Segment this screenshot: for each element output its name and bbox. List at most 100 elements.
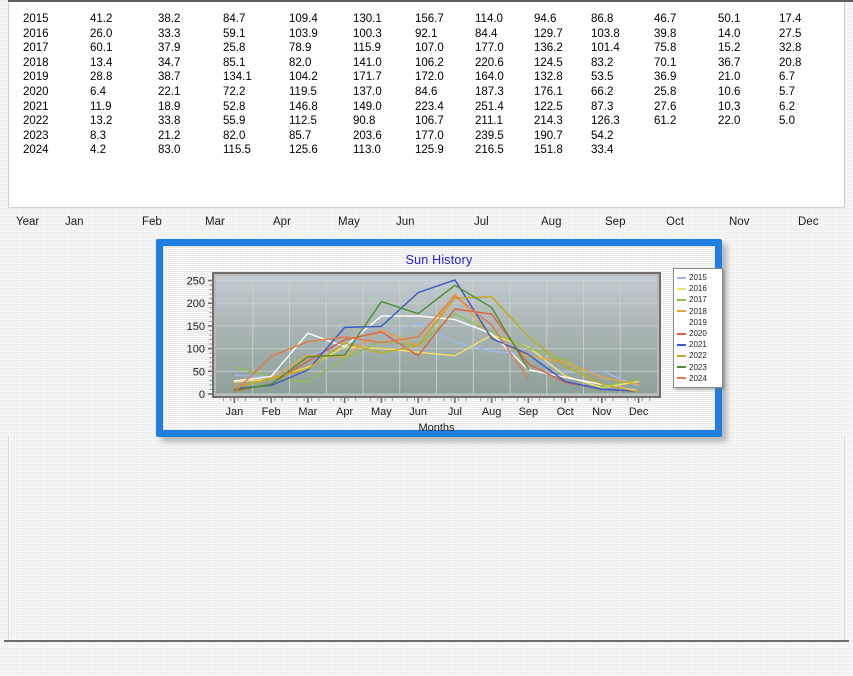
column-header-feb[interactable]: Feb <box>142 216 162 228</box>
table-cell-value: 94.6 <box>534 13 557 25</box>
column-header-apr[interactable]: Apr <box>273 216 291 228</box>
legend-item-2017[interactable]: 2017 <box>677 294 720 305</box>
table-cell-value: 103.9 <box>289 27 318 40</box>
table-cell-value: 34.7 <box>158 56 181 69</box>
legend-item-label: 2024 <box>689 373 707 383</box>
table-row[interactable]: 2017 60.1 37.9 25.8 78.9 115.9 107.0 177.0 136.2… <box>23 41 819 56</box>
column-header-jul[interactable]: Jul <box>474 216 489 228</box>
table-cell-value: 21.2 <box>158 129 181 142</box>
legend-item-2015[interactable]: 2015 <box>677 272 720 283</box>
x-axis-tick-label: Oct <box>557 406 574 418</box>
table-row[interactable]: 2020 6.4 22.1 72.2 119.5 137.0 84.6 187.3 176.1 6… <box>23 85 819 100</box>
table-cell-value: 28.8 <box>90 71 113 84</box>
table-cell-value: 156.7 <box>415 13 444 25</box>
column-header-jan[interactable]: Jan <box>65 216 84 228</box>
legend-item-2023[interactable]: 2023 <box>677 362 720 373</box>
chart-surface[interactable]: Sun History 0 50 100 150 200 250 Jan Feb Mar Apr M… <box>163 246 723 431</box>
table-cell-value: 115.5 <box>223 144 251 157</box>
table-cell-value: 13.4 <box>90 56 113 69</box>
column-header-oct[interactable]: Oct <box>666 216 684 228</box>
legend-item-2016[interactable]: 2016 <box>677 283 720 294</box>
table-cell-value: 39.8 <box>654 27 677 40</box>
sun-history-line-chart[interactable]: 0 50 100 150 200 250 Jan Feb Mar Apr May Jun Jul Aug S… <box>164 247 716 431</box>
y-axis-tick-label: 0 <box>199 389 205 401</box>
table-cell-value: 90.8 <box>353 115 376 128</box>
legend-item-2024[interactable]: 2024 <box>677 373 720 384</box>
legend-item-2020[interactable]: 2020 <box>677 328 720 339</box>
table-cell-value: 239.5 <box>475 129 504 142</box>
table-cell-value: 115.9 <box>353 42 381 55</box>
y-axis-tick-label: 200 <box>187 298 205 310</box>
data-table-panel[interactable]: 2015 41.2 38.2 84.7 109.4 130.1 156.7 114.0 94.6… <box>8 2 845 207</box>
header-top-divider <box>8 207 845 208</box>
x-axis-tick-label: Jun <box>409 406 427 418</box>
chart-legend[interactable]: 2015 2016 2017 2018 2019 2020 2021 2022 2023 2024 <box>673 268 723 388</box>
table-cell-year: 2023 <box>23 129 49 142</box>
table-cell-value: 66.2 <box>591 85 614 98</box>
column-header-nov[interactable]: Nov <box>729 216 749 228</box>
table-cell-value: 101.4 <box>591 42 620 55</box>
table-cell-value: 106.2 <box>415 56 444 69</box>
x-axis-tick-label: May <box>371 406 392 418</box>
table-row[interactable]: 2022 13.2 33.8 55.9 112.5 90.8 106.7 211.1 214.3… <box>23 114 819 129</box>
table-cell-value: 172.0 <box>415 71 444 84</box>
table-cell-value: 146.8 <box>289 100 318 113</box>
table-cell-value <box>654 143 718 158</box>
column-header-sep[interactable]: Sep <box>605 216 625 228</box>
table-cell-value: 38.2 <box>158 13 181 25</box>
column-header-aug[interactable]: Aug <box>541 216 561 228</box>
table-cell-value: 177.0 <box>475 42 504 55</box>
table-cell-year: 2015 <box>23 13 49 25</box>
table-cell-value: 85.7 <box>289 129 312 142</box>
table-row[interactable]: 2024 4.2 83.0 115.5 125.6 113.0 125.9 216.5 151.… <box>23 143 819 158</box>
table-cell-year: 2017 <box>23 42 49 55</box>
table-cell-value: 187.3 <box>475 85 504 98</box>
table-cell-value: 11.9 <box>90 100 112 113</box>
table-cell-value: 36.7 <box>718 56 741 69</box>
table-cell-value: 126.3 <box>591 115 620 128</box>
legend-item-2019[interactable]: 2019 <box>677 317 720 328</box>
table-cell-year: 2020 <box>23 85 49 98</box>
table-row[interactable]: 2019 28.8 38.7 134.1 104.2 171.7 172.0 164.0 132… <box>23 70 819 85</box>
legend-item-label: 2017 <box>689 295 707 305</box>
table-cell-value: 33.8 <box>158 115 181 128</box>
table-cell-value: 82.0 <box>223 129 246 142</box>
table-cell-value: 6.2 <box>779 100 795 113</box>
table-row[interactable]: 2018 13.4 34.7 85.1 82.0 141.0 106.2 220.6 124.5… <box>23 56 819 71</box>
column-header-may[interactable]: May <box>338 216 360 228</box>
table-row[interactable]: 2016 26.0 33.3 59.1 103.9 100.3 92.1 84.4 129.7 1… <box>23 27 819 42</box>
table-body: 2015 41.2 38.2 84.7 109.4 130.1 156.7 114.0 94.6… <box>23 12 819 158</box>
x-axis-tick-label: Nov <box>592 406 612 418</box>
table-cell-year: 2016 <box>23 27 49 40</box>
column-header-strip[interactable]: Year Jan Feb Mar Apr May Jun Jul Aug Sep Oct Nov Dec <box>8 207 845 234</box>
column-header-dec[interactable]: Dec <box>798 216 818 228</box>
table-row[interactable]: 2015 41.2 38.2 84.7 109.4 130.1 156.7 114.0 94.6… <box>23 12 819 27</box>
table-cell-value: 53.5 <box>591 71 614 84</box>
table-row[interactable]: 2023 8.3 21.2 82.0 85.7 203.6 177.0 239.5 190.7 5… <box>23 129 819 144</box>
legend-item-2021[interactable]: 2021 <box>677 339 720 350</box>
column-header-year[interactable]: Year <box>16 216 39 228</box>
legend-item-label: 2021 <box>689 340 707 350</box>
table-cell-value: 5.7 <box>779 85 795 98</box>
legend-item-label: 2022 <box>689 351 707 361</box>
column-header-jun[interactable]: Jun <box>396 216 415 228</box>
table-cell-value: 26.0 <box>90 27 113 40</box>
legend-item-2022[interactable]: 2022 <box>677 350 720 361</box>
table-cell-value: 106.7 <box>415 115 444 128</box>
table-cell-value: 32.8 <box>779 42 802 55</box>
chart-selection-frame[interactable]: Sun History 0 50 100 150 200 250 Jan Feb Mar Apr M… <box>156 239 723 437</box>
x-axis-tick-label: Apr <box>336 406 353 418</box>
table-cell-value: 46.7 <box>654 13 677 25</box>
table-cell-value: 190.7 <box>534 129 563 142</box>
legend-color-swatch <box>677 343 686 346</box>
legend-item-2018[interactable]: 2018 <box>677 306 720 317</box>
column-header-mar[interactable]: Mar <box>205 216 225 228</box>
table-row[interactable]: 2021 11.9 18.9 52.8 146.8 149.0 223.4 251.4 122.… <box>23 100 819 115</box>
legend-color-swatch <box>677 377 686 380</box>
legend-color-swatch <box>677 366 686 369</box>
table-cell-value: 84.4 <box>475 27 498 40</box>
x-axis-title: Months <box>418 422 455 431</box>
table-cell-value: 100.3 <box>353 27 382 40</box>
table-cell-value: 10.6 <box>718 85 741 98</box>
table-cell-value: 125.6 <box>289 144 318 157</box>
